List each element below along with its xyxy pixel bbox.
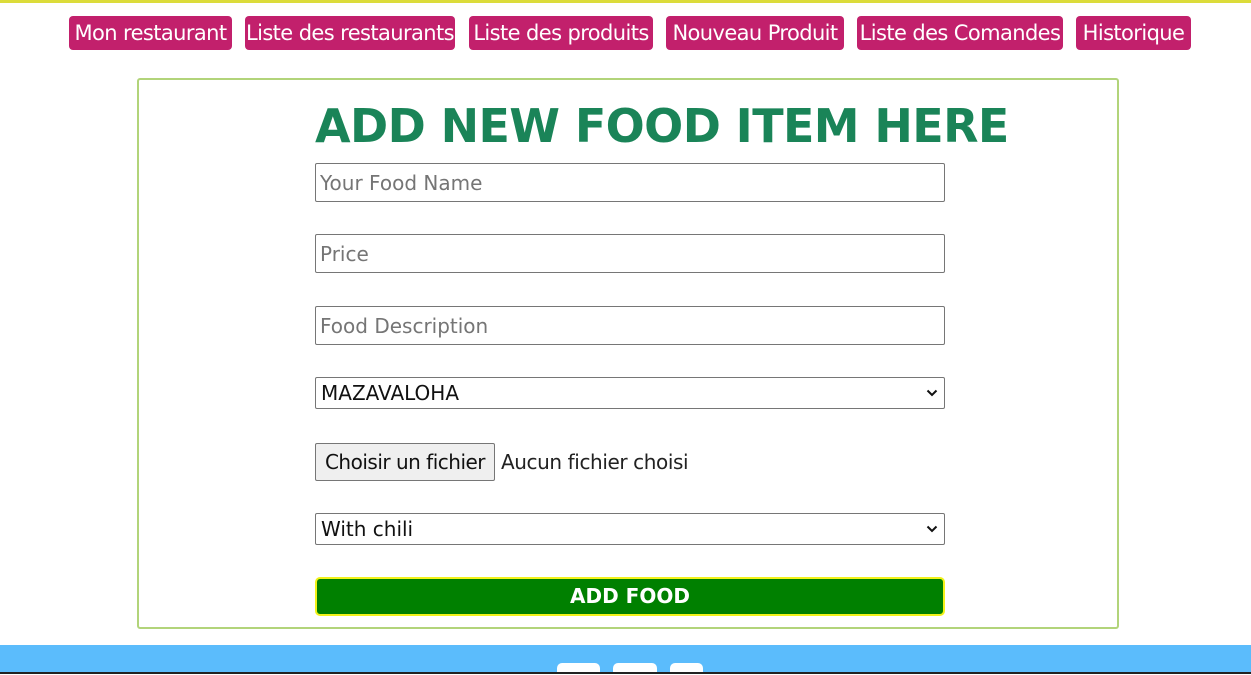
footer bbox=[0, 645, 1251, 675]
nav-item-liste-comandes[interactable]: Liste des Comandes bbox=[857, 16, 1063, 50]
option-select[interactable]: With chili bbox=[315, 513, 945, 545]
price-input[interactable] bbox=[315, 234, 945, 273]
nav-item-nouveau-produit[interactable]: Nouveau Produit bbox=[666, 16, 844, 50]
page-title: ADD NEW FOOD ITEM HERE bbox=[315, 99, 1009, 153]
top-accent-line bbox=[0, 0, 1251, 3]
nav-item-mon-restaurant[interactable]: Mon restaurant bbox=[69, 16, 232, 50]
nav-item-liste-restaurants[interactable]: Liste des restaurants bbox=[245, 16, 455, 50]
choose-file-button[interactable]: Choisir un fichier bbox=[315, 443, 495, 481]
restaurant-select-value: MAZAVALOHA bbox=[321, 381, 460, 405]
option-select-value: With chili bbox=[321, 517, 414, 541]
file-status-label: Aucun fichier choisi bbox=[501, 450, 689, 474]
add-food-button[interactable]: ADD FOOD bbox=[315, 577, 945, 616]
nav-item-historique[interactable]: Historique bbox=[1076, 16, 1191, 50]
add-food-card bbox=[137, 78, 1119, 629]
chevron-down-icon bbox=[926, 389, 938, 397]
food-name-input[interactable] bbox=[315, 163, 945, 202]
food-description-input[interactable] bbox=[315, 306, 945, 345]
chevron-down-icon bbox=[926, 525, 938, 533]
nav-item-liste-produits[interactable]: Liste des produits bbox=[469, 16, 653, 50]
restaurant-select[interactable]: MAZAVALOHA bbox=[315, 377, 945, 409]
main-nav: Mon restaurant Liste des restaurants Lis… bbox=[0, 16, 1251, 51]
